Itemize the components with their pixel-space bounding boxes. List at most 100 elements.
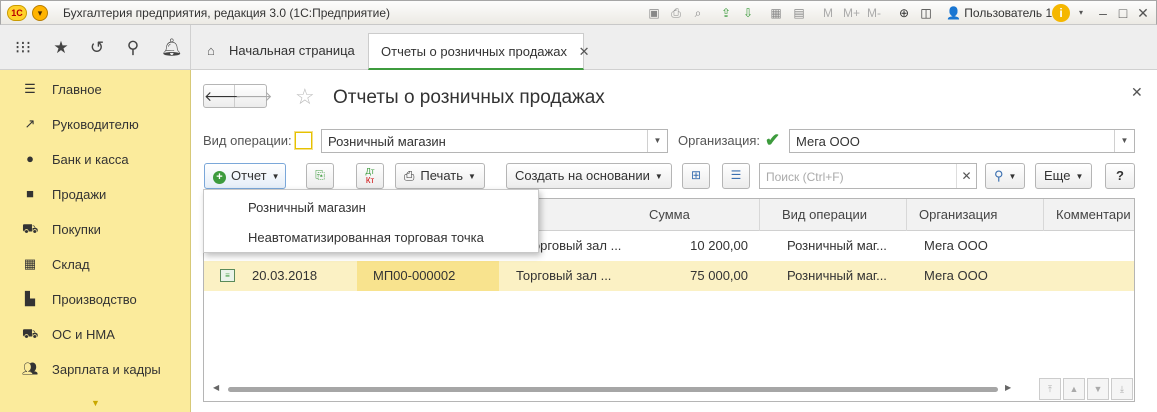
info-dropdown-icon[interactable]: ▾: [1073, 5, 1089, 21]
cell-sum: 75 000,00: [690, 268, 748, 283]
info-icon[interactable]: i: [1052, 4, 1070, 22]
kt-label: Кт: [365, 176, 375, 185]
operation-filter-checkbox[interactable]: [295, 132, 312, 149]
sidebar-scroll-down-icon[interactable]: ▼: [91, 398, 100, 408]
close-window-button[interactable]: ✕: [1134, 4, 1152, 22]
favorite-star-icon[interactable]: ☆: [295, 84, 315, 110]
sidebar-item-bank[interactable]: ● Банк и касса: [0, 142, 190, 177]
current-user[interactable]: 👤 Пользователь 1: [946, 6, 1052, 20]
close-form-icon[interactable]: ✕: [1131, 84, 1143, 101]
more-button[interactable]: Еще ▼: [1035, 163, 1093, 189]
search-input[interactable]: Поиск (Ctrl+F) ✕: [759, 163, 977, 189]
chevron-down-icon: ▼: [271, 171, 280, 181]
structure-icon: ⊞: [690, 168, 702, 182]
sidebar-item-assets[interactable]: ⛟ ОС и НМА: [0, 317, 190, 352]
column-header-organization[interactable]: Организация: [907, 199, 1044, 231]
search-options-button[interactable]: ⚲ ▼: [985, 163, 1025, 189]
operation-field[interactable]: Розничный магазин ▼: [321, 129, 668, 153]
close-tab-icon[interactable]: ✕: [579, 44, 590, 59]
column-header-sum[interactable]: Сумма: [637, 199, 760, 231]
download-icon[interactable]: ⇩: [740, 5, 756, 21]
print-button-label: Печать: [420, 168, 463, 183]
organization-filter-checkbox[interactable]: ✔: [765, 131, 782, 149]
navigation-buttons: 🡐 🡒: [203, 84, 273, 108]
preview-icon[interactable]: ⌕: [690, 5, 706, 21]
list-settings-button[interactable]: ☰: [722, 163, 750, 189]
chevron-down-icon[interactable]: ▼: [647, 130, 667, 152]
history-icon[interactable]: ↺: [87, 38, 107, 58]
scrollbar-thumb[interactable]: [228, 387, 998, 392]
scroll-to-top-button[interactable]: ⤒: [1039, 378, 1061, 400]
forward-button[interactable]: 🡒: [235, 85, 273, 107]
cell-number[interactable]: МП00-000002: [357, 261, 499, 291]
cell-organization: Мега ООО: [924, 238, 988, 253]
organization-value: Мега ООО: [796, 134, 860, 149]
scroll-down-button[interactable]: ▼: [1087, 378, 1109, 400]
scroll-to-bottom-button[interactable]: ⤓: [1111, 378, 1133, 400]
cell-operation: Розничный маг...: [787, 238, 887, 253]
sidebar-item-warehouse[interactable]: ▦ Склад: [0, 247, 190, 282]
magnifier-icon: ⚲: [994, 168, 1004, 183]
calendar-icon[interactable]: ▤: [791, 5, 807, 21]
menu-item-retail-store[interactable]: Розничный магазин: [204, 192, 538, 222]
tab-retail-reports[interactable]: Отчеты о розничных продажах ✕: [368, 33, 590, 70]
m-plus-button[interactable]: M+: [843, 6, 860, 20]
calculator-icon[interactable]: ▦: [768, 5, 784, 21]
m-minus-button[interactable]: M-: [867, 6, 881, 20]
apps-grid-icon[interactable]: ⁝⁝⁝: [13, 38, 33, 58]
upload-icon[interactable]: ⇪: [718, 5, 734, 21]
panels-icon[interactable]: ◫: [918, 5, 934, 21]
sidebar-item-manager[interactable]: ↗ Руководителю: [0, 107, 190, 142]
m-button[interactable]: M: [823, 6, 833, 20]
function-bar: ⁝⁝⁝ ★ ↺ ⚲ 🔔︎: [0, 25, 191, 70]
maximize-button[interactable]: □: [1114, 4, 1132, 22]
dt-label: Дт: [365, 167, 375, 176]
horizontal-scrollbar[interactable]: ◀ ▶: [203, 380, 1013, 398]
report-button[interactable]: + Отчет ▼: [204, 163, 286, 189]
save-icon[interactable]: ▣: [646, 5, 662, 21]
notifications-icon[interactable]: 🔔︎: [161, 38, 183, 58]
print-icon[interactable]: ⎙: [668, 5, 684, 21]
back-button[interactable]: 🡐: [204, 85, 242, 107]
sidebar: ☰ Главное ↗ Руководителю ● Банк и касса ■ Пр…: [0, 70, 191, 412]
dt-kt-button[interactable]: Дт Кт: [356, 163, 384, 189]
scroll-up-button[interactable]: ▲: [1063, 378, 1085, 400]
search-icon[interactable]: ⚲: [123, 38, 143, 58]
cell-operation: Розничный маг...: [787, 268, 887, 283]
zoom-icon[interactable]: ⊕: [896, 5, 912, 21]
tab-home[interactable]: ⌂ Начальная страница: [195, 33, 363, 70]
people-icon: 👥︎: [22, 361, 39, 376]
structure-button[interactable]: ⊞: [682, 163, 710, 189]
organization-field[interactable]: Мега ООО ▼: [789, 129, 1135, 153]
sidebar-item-production[interactable]: ▙ Производство: [0, 282, 190, 317]
column-header-comment[interactable]: Комментари: [1044, 199, 1134, 231]
sidebar-item-purchases[interactable]: ⛟ Покупки: [0, 212, 190, 247]
chevron-down-icon[interactable]: ▼: [1114, 130, 1134, 152]
coin-icon: ●: [26, 151, 34, 166]
copy-icon: ⎘: [315, 168, 325, 182]
favorites-icon[interactable]: ★: [51, 38, 71, 58]
menu-item-non-automated-outlet[interactable]: Неавтоматизированная торговая точка: [204, 222, 538, 252]
cell-date: 20.03.2018: [252, 268, 318, 283]
sidebar-item-main[interactable]: ☰ Главное: [0, 72, 190, 107]
warehouse-icon: ▦: [23, 256, 37, 271]
scroll-left-icon[interactable]: ◀: [213, 383, 219, 392]
sidebar-item-label: Покупки: [52, 222, 101, 237]
scroll-right-icon[interactable]: ▶: [1005, 383, 1011, 392]
organization-label: Организация:: [678, 133, 761, 148]
copy-document-button[interactable]: ⎘: [306, 163, 334, 189]
printer-icon: ⎙: [404, 168, 415, 183]
column-header-operation[interactable]: Вид операции: [770, 199, 907, 231]
minimize-button[interactable]: –: [1094, 4, 1112, 22]
sidebar-item-sales[interactable]: ■ Продажи: [0, 177, 190, 212]
factory-icon: ▙: [25, 291, 35, 306]
create-based-on-label: Создать на основании: [515, 168, 650, 183]
create-based-on-button[interactable]: Создать на основании ▼: [506, 163, 672, 189]
sidebar-item-salary[interactable]: 👥︎ Зарплата и кадры: [0, 352, 190, 387]
print-button[interactable]: ⎙ Печать ▼: [395, 163, 485, 189]
sidebar-item-label: Зарплата и кадры: [52, 362, 161, 377]
help-button[interactable]: ?: [1105, 163, 1135, 189]
clear-search-icon[interactable]: ✕: [956, 164, 976, 188]
main-menu-button[interactable]: ▾: [32, 5, 48, 21]
table-row[interactable]: ≡ 20.03.2018 МП00-000002 Торговый зал ..…: [204, 261, 1134, 291]
